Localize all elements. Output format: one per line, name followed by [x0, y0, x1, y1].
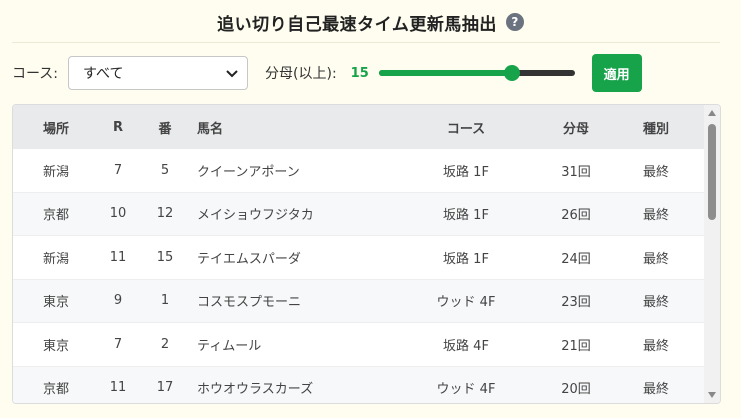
filter-bar: コース: すべて 分母(以上): 15 適用: [12, 54, 642, 92]
column-header-denominator[interactable]: 分母: [531, 118, 621, 137]
table-header: 場所 R 番 馬名 コース 分母 種別: [13, 105, 706, 149]
table-row[interactable]: 新潟 11 15 テイエムスパーダ 坂路 1F 24回 最終: [13, 236, 706, 280]
course-label: コース:: [12, 66, 59, 82]
cell-place: 東京: [42, 295, 69, 311]
column-header-course[interactable]: コース: [401, 118, 531, 137]
table-body: 新潟 7 5 クイーンアポーン 坂路 1F 31回 最終 京都 10 12 メイ…: [13, 149, 706, 403]
cell-denominator: 31回: [561, 164, 591, 180]
cell-place: 京都: [42, 382, 69, 398]
cell-kind: 最終: [642, 382, 669, 398]
scroll-thumb[interactable]: [708, 124, 716, 220]
cell-kind: 最終: [642, 251, 669, 267]
table-row[interactable]: 京都 10 12 メイショウフジタカ 坂路 1F 26回 最終: [13, 192, 706, 236]
denominator-label: 分母(以上):: [265, 66, 337, 82]
cell-place: 新潟: [42, 164, 69, 180]
slider-thumb[interactable]: [503, 65, 520, 81]
column-header-kind[interactable]: 種別: [621, 118, 691, 137]
cell-course: ウッド 4F: [436, 382, 496, 398]
cell-race: 7: [113, 162, 123, 178]
column-header-race[interactable]: R: [99, 120, 137, 135]
table-row[interactable]: 新潟 7 5 クイーンアポーン 坂路 1F 31回 最終: [13, 149, 706, 193]
cell-kind: 最終: [642, 338, 669, 354]
denominator-value: 15: [350, 65, 369, 81]
cell-denominator: 21回: [561, 338, 591, 354]
cell-course: 坂路 1F: [443, 208, 489, 224]
scroll-down-icon[interactable]: [708, 392, 716, 398]
cell-number: 17: [156, 380, 174, 396]
cell-number: 2: [160, 336, 170, 352]
cell-race: 9: [113, 293, 123, 309]
cell-kind: 最終: [642, 164, 669, 180]
cell-kind: 最終: [642, 208, 669, 224]
cell-race: 10: [109, 206, 127, 222]
cell-race: 11: [109, 380, 127, 396]
cell-horse: メイショウフジタカ: [197, 208, 314, 224]
page-title: 追い切り自己最速タイム更新馬抽出: [217, 14, 497, 35]
cell-horse: コスモスプモーニ: [197, 295, 302, 311]
cell-horse: ホウオウラスカーズ: [197, 382, 314, 398]
table-scrollbar[interactable]: [704, 105, 720, 403]
table-row[interactable]: 東京 9 1 コスモスプモーニ ウッド 4F 23回 最終: [13, 279, 706, 323]
cell-denominator: 23回: [561, 295, 591, 311]
table-row[interactable]: 京都 11 17 ホウオウラスカーズ ウッド 4F 20回 最終: [13, 366, 706, 403]
slider-fill: [378, 70, 512, 76]
cell-place: 京都: [42, 208, 69, 224]
cell-denominator: 24回: [561, 251, 591, 267]
cell-number: 5: [160, 162, 170, 178]
cell-number: 1: [160, 293, 170, 309]
help-icon[interactable]: ?: [505, 13, 524, 31]
cell-horse: テイエムスパーダ: [197, 251, 301, 267]
cell-course: 坂路 4F: [443, 338, 489, 354]
course-select[interactable]: すべて: [68, 56, 249, 90]
cell-race: 11: [109, 249, 127, 265]
cell-number: 15: [156, 249, 174, 265]
cell-race: 7: [113, 336, 123, 352]
column-header-horse[interactable]: 馬名: [193, 118, 401, 137]
cell-horse: クイーンアポーン: [197, 164, 300, 180]
chevron-down-icon: [226, 70, 238, 78]
page: 追い切り自己最速タイム更新馬抽出 ? コース: すべて 分母(以上): 15 適…: [0, 0, 741, 418]
divider: [12, 42, 720, 43]
cell-place: 東京: [42, 338, 69, 354]
cell-course: ウッド 4F: [436, 295, 496, 311]
cell-denominator: 26回: [561, 208, 591, 224]
table-row[interactable]: 東京 7 2 ティムール 坂路 4F 21回 最終: [13, 323, 706, 367]
column-header-number[interactable]: 番: [137, 118, 193, 137]
cell-denominator: 20回: [561, 382, 591, 398]
cell-number: 12: [156, 206, 174, 222]
column-header-place[interactable]: 場所: [13, 118, 99, 137]
cell-horse: ティムール: [197, 338, 262, 354]
cell-place: 新潟: [42, 251, 69, 267]
results-table: 場所 R 番 馬名 コース 分母 種別 新潟 7 5 クイーンアポーン 坂路 1…: [12, 104, 721, 404]
title-row: 追い切り自己最速タイム更新馬抽出 ?: [0, 8, 741, 36]
denominator-slider[interactable]: [378, 64, 575, 82]
scroll-up-icon[interactable]: [708, 110, 716, 116]
cell-kind: 最終: [642, 295, 669, 311]
apply-button[interactable]: 適用: [591, 54, 642, 92]
cell-course: 坂路 1F: [443, 164, 489, 180]
cell-course: 坂路 1F: [443, 251, 489, 267]
course-select-value: すべて: [83, 66, 124, 82]
